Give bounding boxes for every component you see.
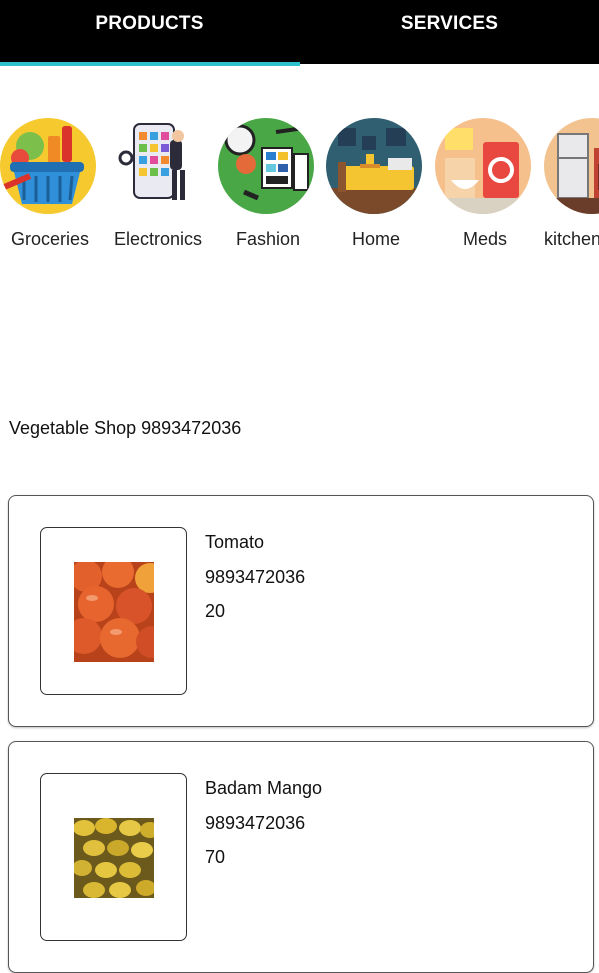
shop-title: Vegetable Shop 9893472036 xyxy=(9,418,242,438)
product-phone: 9893472036 xyxy=(205,566,306,587)
category-label: Electronics xyxy=(113,229,203,249)
product-price: 70 xyxy=(205,847,226,867)
product-card[interactable]: Tomato 9893472036 20 xyxy=(8,495,594,727)
category-kitchen[interactable]: kitchen xyxy=(540,118,599,258)
grocery-basket-icon xyxy=(0,118,96,214)
product-card[interactable]: Badam Mango 9893472036 70 xyxy=(8,741,594,973)
product-name: Badam Mango xyxy=(205,778,323,798)
smartphone-icon xyxy=(108,118,204,214)
pharmacy-icon xyxy=(435,118,531,214)
product-price: 20 xyxy=(205,601,226,621)
category-groceries[interactable]: Groceries xyxy=(0,118,104,258)
category-fashion[interactable]: Fashion xyxy=(214,118,322,258)
product-image-frame[interactable] xyxy=(40,773,187,941)
product-phone: 9893472036 xyxy=(205,812,306,833)
category-home[interactable]: Home xyxy=(322,118,430,258)
mango-photo xyxy=(74,818,154,898)
bedroom-icon xyxy=(326,118,422,214)
category-electronics[interactable]: Electronics xyxy=(104,118,212,258)
tab-services[interactable]: SERVICES xyxy=(300,0,599,64)
kitchen-icon xyxy=(544,118,599,214)
tomato-photo xyxy=(74,562,154,662)
active-tab-indicator xyxy=(0,62,300,66)
category-label: kitchen xyxy=(544,229,599,249)
product-info: Tomato 9893472036 20 xyxy=(205,530,305,634)
product-info: Badam Mango 9893472036 70 xyxy=(205,776,322,880)
cosmetics-icon xyxy=(218,118,314,214)
category-carousel[interactable]: Groceries Electronics Fashion Home Meds … xyxy=(0,118,599,258)
category-meds[interactable]: Meds xyxy=(431,118,539,258)
product-name: Tomato xyxy=(205,532,265,552)
top-tab-bar: PRODUCTS SERVICES xyxy=(0,0,599,66)
tab-products[interactable]: PRODUCTS xyxy=(0,0,299,64)
product-image-frame[interactable] xyxy=(40,527,187,695)
category-label: Meds xyxy=(462,229,507,249)
